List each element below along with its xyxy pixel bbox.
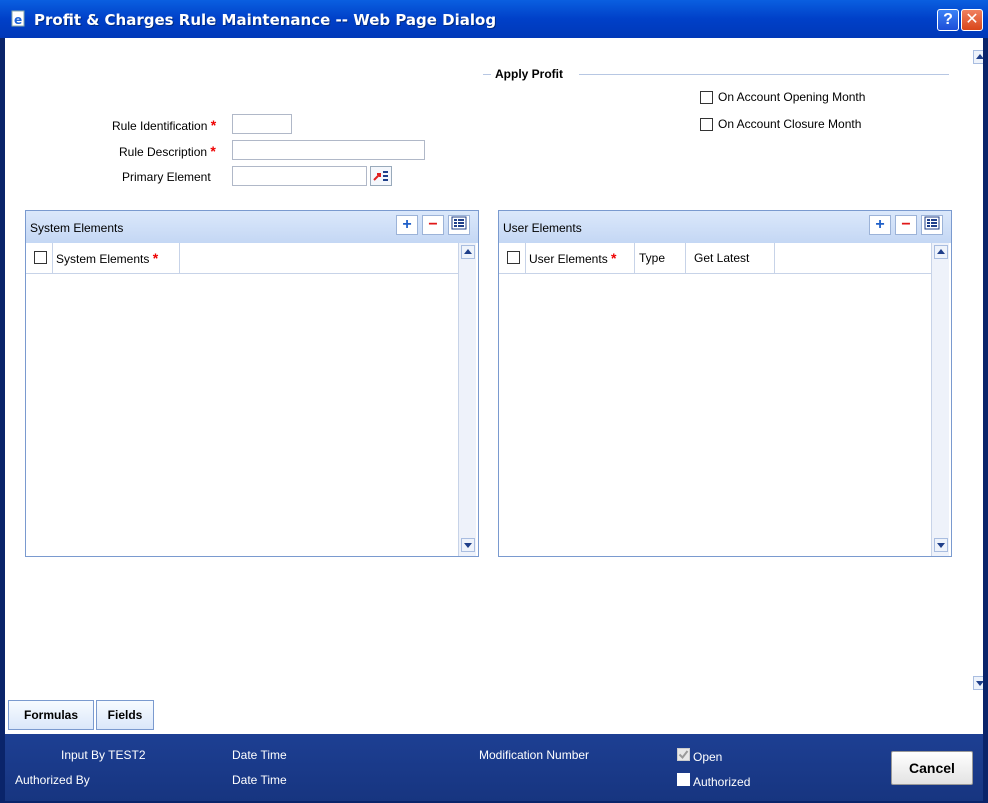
- required-mark: *: [210, 117, 217, 133]
- delete-row-icon[interactable]: −: [422, 215, 444, 235]
- required-mark: *: [210, 143, 216, 159]
- authorized-checkbox: [677, 773, 690, 786]
- primary-element-input[interactable]: [232, 166, 367, 186]
- column-separator: [685, 243, 686, 273]
- list-of-values-icon: [373, 171, 388, 181]
- open-checkbox: [677, 748, 690, 761]
- on-closure-label: On Account Closure Month: [718, 117, 862, 131]
- cancel-button[interactable]: Cancel: [891, 751, 973, 785]
- rule-description-label: Rule Description *: [119, 143, 216, 159]
- scroll-up-icon[interactable]: [934, 245, 948, 259]
- close-button[interactable]: ✕: [961, 9, 983, 31]
- user-elements-column-header: User Elements * Type Get Latest: [499, 243, 931, 274]
- add-row-icon[interactable]: +: [396, 215, 418, 235]
- dialog-window: e Profit & Charges Rule Maintenance -- W…: [0, 0, 988, 803]
- scroll-down-icon[interactable]: [461, 538, 475, 552]
- column-separator: [179, 243, 180, 273]
- scroll-down-icon[interactable]: [934, 538, 948, 552]
- add-row-icon[interactable]: +: [869, 215, 891, 235]
- tab-formulas[interactable]: Formulas: [8, 700, 94, 730]
- modification-number-label: Modification Number: [479, 748, 590, 762]
- single-view-icon[interactable]: [921, 215, 943, 235]
- primary-element-label: Primary Element: [122, 170, 211, 184]
- main-scrollbar[interactable]: [973, 50, 983, 690]
- rule-identification-label: Rule Identification *: [112, 117, 217, 133]
- authorized-by-label: Authorized By: [15, 773, 90, 787]
- column-separator: [774, 243, 775, 273]
- required-mark: *: [611, 250, 617, 266]
- user-elements-title: User Elements: [503, 221, 582, 235]
- help-button[interactable]: ?: [937, 9, 959, 31]
- select-all-checkbox[interactable]: [34, 251, 47, 264]
- title-bar[interactable]: e Profit & Charges Rule Maintenance -- W…: [0, 0, 988, 38]
- input-by-label: Input By TEST2: [61, 748, 146, 762]
- subscreen-tabs: Formulas Fields: [5, 696, 983, 734]
- user-elements-column[interactable]: User Elements *: [529, 243, 617, 273]
- primary-element-lov-button[interactable]: [370, 166, 392, 186]
- svg-text:e: e: [14, 13, 22, 27]
- delete-row-icon[interactable]: −: [895, 215, 917, 235]
- apply-profit-title: Apply Profit: [495, 67, 563, 81]
- authorized-label: Authorized: [693, 775, 751, 789]
- system-elements-column-header: System Elements *: [26, 243, 458, 274]
- system-elements-scrollbar[interactable]: [458, 243, 476, 556]
- window-title: Profit & Charges Rule Maintenance -- Web…: [34, 11, 497, 29]
- user-elements-panel: User Elements + − User Elements * Type G…: [498, 210, 952, 557]
- fieldset-line-right: [579, 74, 949, 75]
- type-column[interactable]: Type: [639, 243, 665, 273]
- required-mark: *: [152, 250, 159, 266]
- column-separator: [52, 243, 53, 273]
- column-separator: [634, 243, 635, 273]
- system-elements-title: System Elements: [30, 221, 124, 235]
- scroll-up-icon[interactable]: [461, 245, 475, 259]
- on-opening-label: On Account Opening Month: [718, 90, 866, 104]
- dialog-body: Apply Profit On Account Opening Month On…: [5, 38, 983, 801]
- date-time-label: Date Time: [232, 773, 287, 787]
- audit-footer: Input By TEST2 Authorized By Date Time D…: [5, 734, 983, 801]
- scroll-up-icon[interactable]: [973, 50, 983, 64]
- single-view-icon[interactable]: [448, 215, 470, 235]
- tab-fields[interactable]: Fields: [96, 700, 154, 730]
- select-all-checkbox[interactable]: [507, 251, 520, 264]
- date-time-label: Date Time: [232, 748, 287, 762]
- user-elements-scrollbar[interactable]: [931, 243, 949, 556]
- user-elements-header: User Elements + −: [499, 211, 951, 243]
- ie-page-icon: e: [11, 10, 25, 27]
- system-elements-header: System Elements + −: [26, 211, 478, 243]
- rule-identification-input[interactable]: [232, 114, 292, 134]
- system-elements-panel: System Elements + − System Elements *: [25, 210, 479, 557]
- open-label: Open: [693, 750, 723, 764]
- get-latest-column[interactable]: Get Latest: [694, 243, 749, 273]
- system-elements-column[interactable]: System Elements *: [56, 243, 158, 273]
- fieldset-line-left: [483, 74, 491, 75]
- check-icon: [678, 750, 689, 760]
- on-closure-checkbox[interactable]: [700, 118, 713, 131]
- scroll-down-icon[interactable]: [973, 676, 983, 690]
- rule-description-input[interactable]: [232, 140, 425, 160]
- column-separator: [525, 243, 526, 273]
- on-opening-checkbox[interactable]: [700, 91, 713, 104]
